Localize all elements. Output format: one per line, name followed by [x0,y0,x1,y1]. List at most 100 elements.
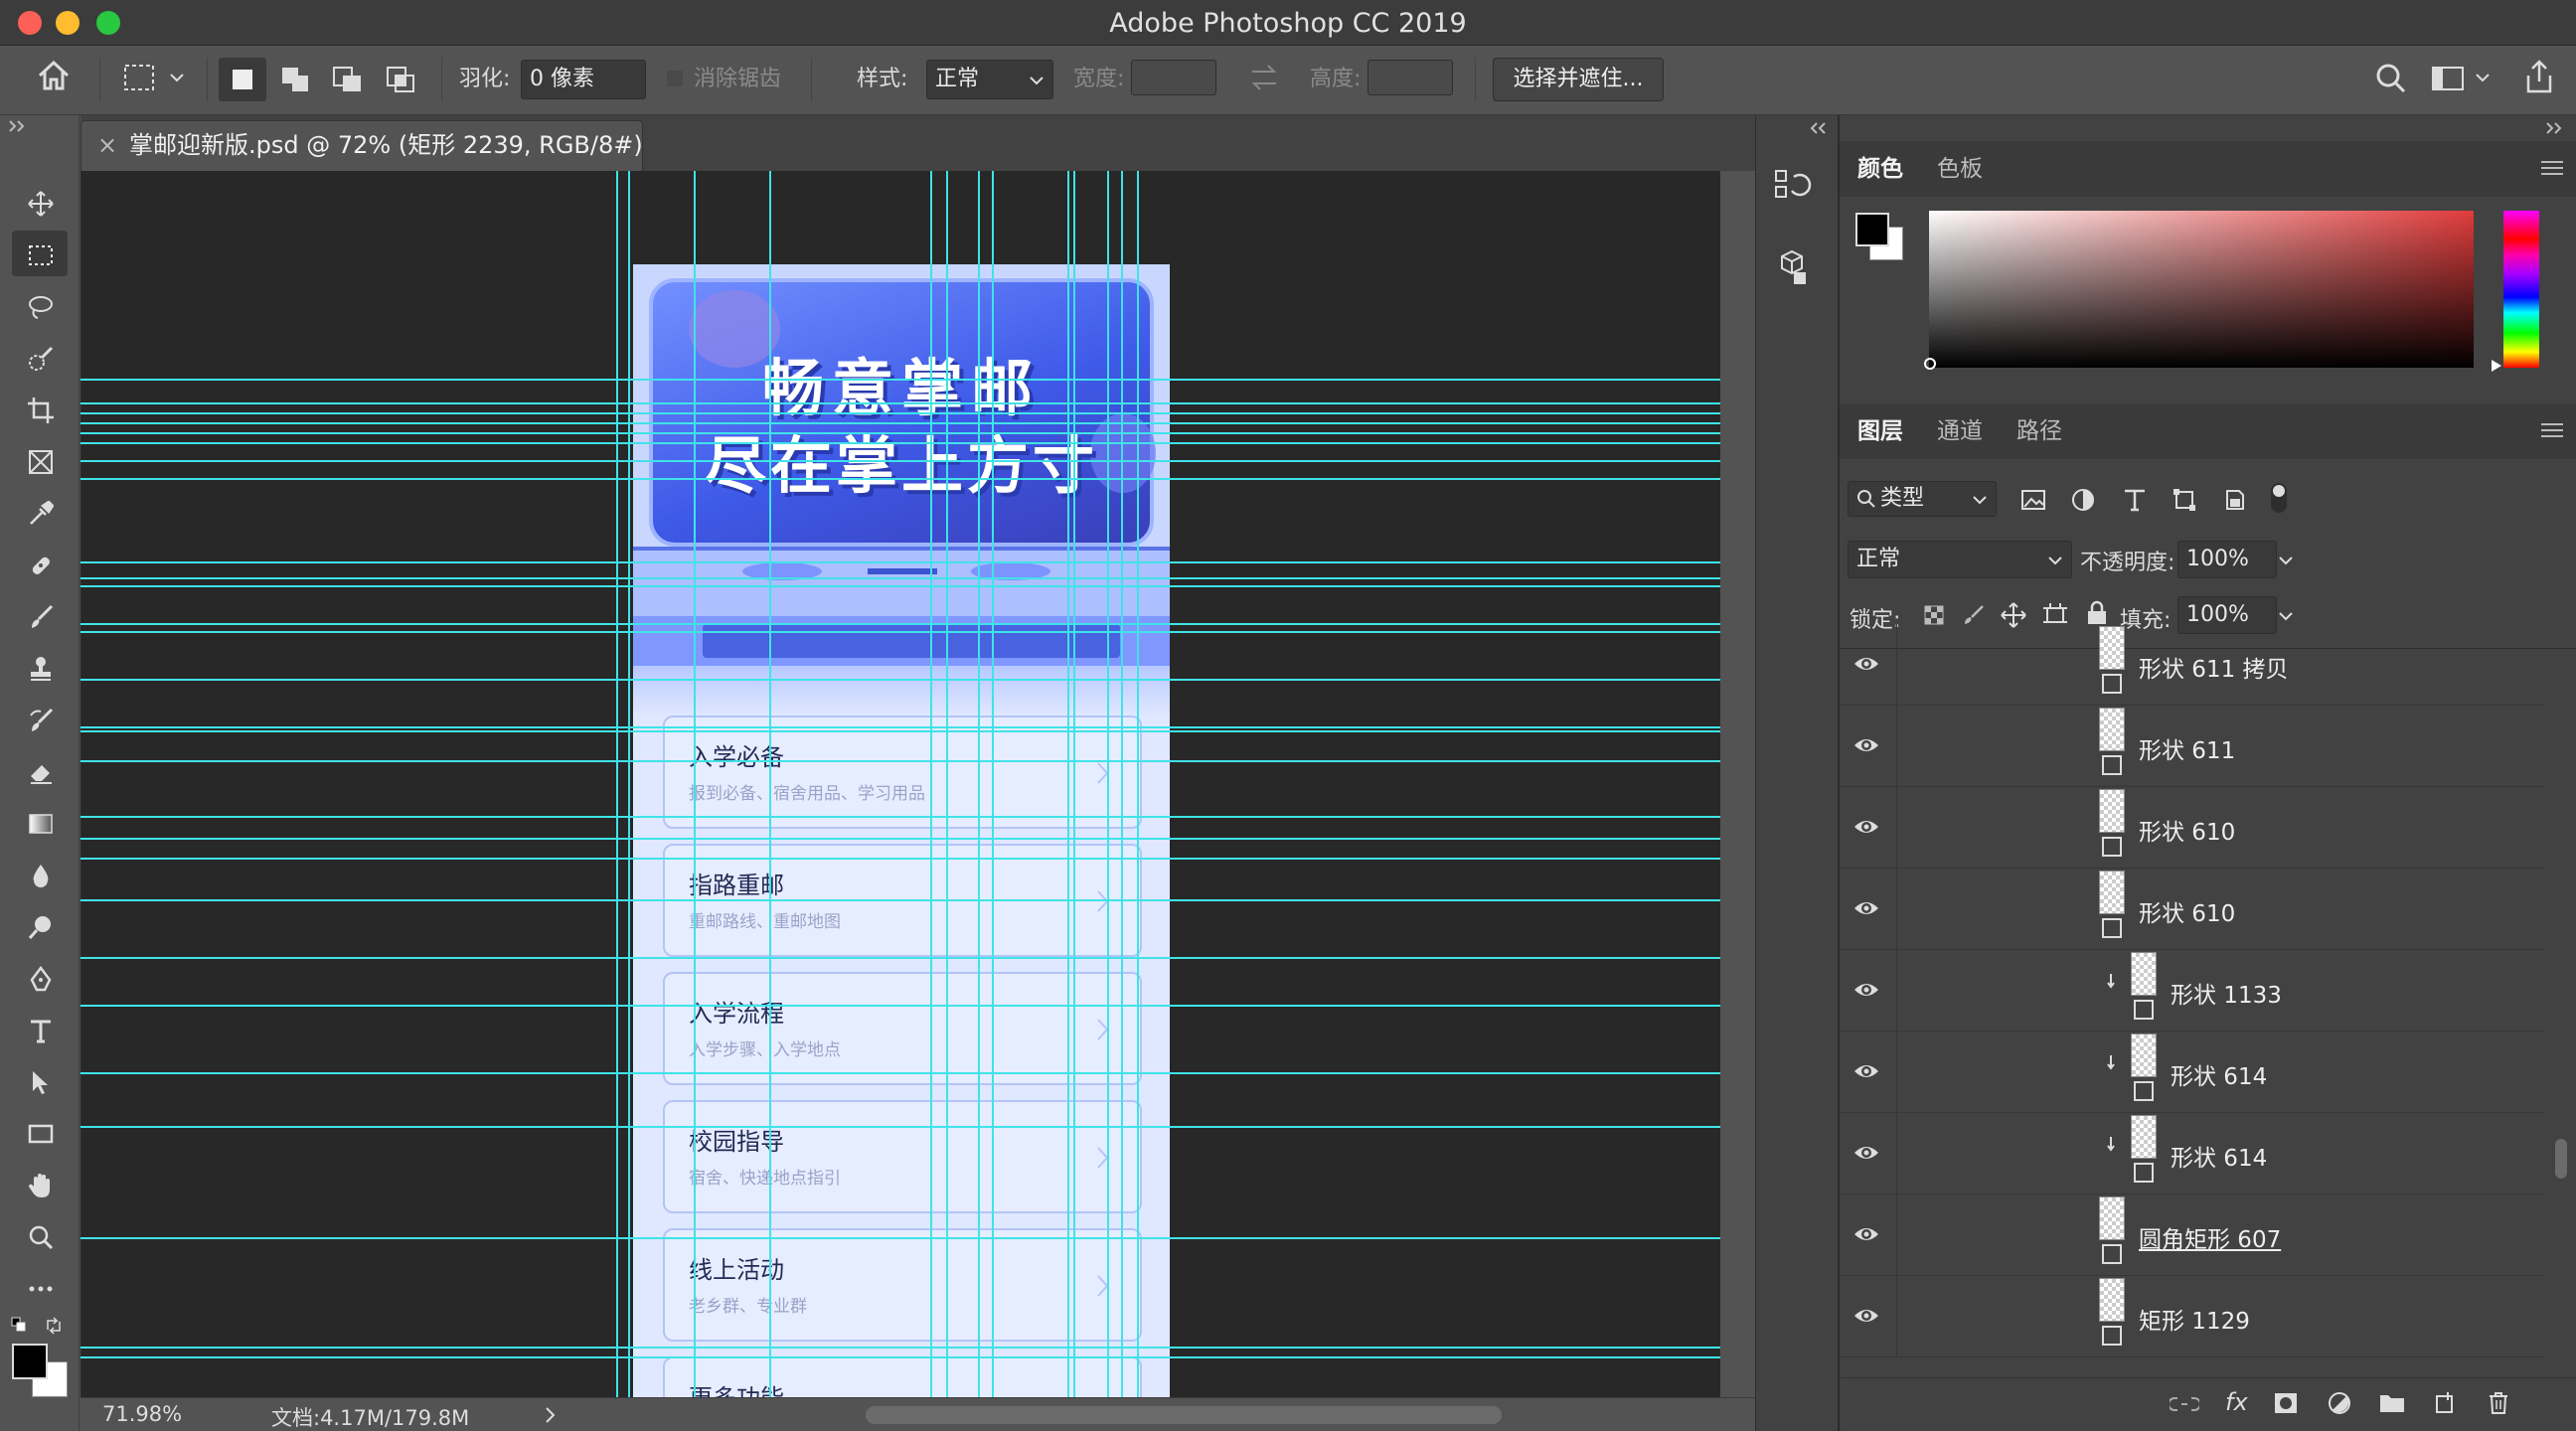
crop-tool[interactable] [12,386,68,431]
width-input[interactable] [1131,60,1216,95]
new-selection-button[interactable] [219,58,266,101]
visibility-eye-icon[interactable] [1852,894,1880,922]
default-colors-icon[interactable] [10,1316,30,1336]
visibility-eye-icon[interactable] [1852,1057,1880,1085]
adjustment-layer-icon[interactable] [2327,1390,2352,1416]
clone-stamp-tool[interactable] [12,644,68,690]
color-panel-menu-icon[interactable] [2541,161,2563,175]
visibility-eye-icon[interactable] [1852,1220,1880,1248]
layers-scroll-thumb[interactable] [2555,1139,2567,1179]
horizontal-scroll-thumb[interactable] [866,1406,1502,1424]
layer-filter-select[interactable]: 类型 [1848,481,1997,517]
close-tab-icon[interactable]: × [97,121,117,169]
layer-name[interactable]: 形状 614 [2171,1057,2267,1091]
feather-input[interactable]: 0 像素 [521,60,646,99]
height-input[interactable] [1368,60,1453,95]
pen-tool[interactable] [12,954,68,1000]
tab-color[interactable]: 颜色 [1857,141,1903,197]
layer-row[interactable]: 形状 614 [1839,1032,2544,1113]
hand-tool[interactable] [12,1161,68,1206]
lock-transparency-icon[interactable] [1923,604,1945,626]
document-tab[interactable]: × 掌邮迎新版.psd @ 72% (矩形 2239, RGB/8#) [80,120,643,171]
blur-tool[interactable] [12,851,68,896]
layer-row[interactable]: 形状 614 [1839,1113,2544,1194]
layer-name[interactable]: 形状 611 拷贝 [2139,650,2289,684]
antialias-checkbox[interactable] [666,70,684,87]
canvas-area[interactable]: 畅意掌邮 尽在掌上方寸 入学必备 报到必备、宿舍用品、学习用品 指路重邮 重邮路线、重… [80,171,1720,1397]
filter-shape-icon[interactable] [2172,487,2197,513]
visibility-eye-icon[interactable] [1852,976,1880,1004]
workspace-switcher[interactable] [2429,58,2498,101]
type-tool[interactable] [12,1006,68,1051]
visibility-eye-icon[interactable] [1852,731,1880,759]
folder-icon[interactable] [2378,1390,2406,1416]
layer-name[interactable]: 形状 1133 [2171,976,2282,1010]
healing-brush-tool[interactable] [12,541,68,586]
lock-all-icon[interactable] [2086,600,2108,626]
filter-pixel-icon[interactable] [2020,487,2046,513]
intersect-selection-button[interactable] [378,58,425,101]
chevron-right-icon[interactable] [544,1406,558,1424]
zoom-tool[interactable] [12,1212,68,1258]
expand-dock-icon[interactable] [1808,121,1828,135]
link-layers-icon[interactable] [2170,1392,2199,1416]
eyedropper-tool[interactable] [12,489,68,535]
layer-name[interactable]: 圆角矩形 607 [2139,1220,2281,1254]
layer-name[interactable]: 形状 614 [2171,1139,2267,1173]
layer-row[interactable]: 形状 611 [1839,706,2544,787]
swap-dimensions-button[interactable] [1246,58,1286,101]
swap-colors-icon[interactable] [44,1316,64,1336]
layers-panel-menu-icon[interactable] [2541,423,2563,437]
subtract-selection-button[interactable] [324,58,372,101]
gradient-tool[interactable] [12,799,68,845]
marquee-preset-picker[interactable] [121,58,191,101]
home-button[interactable] [36,58,76,101]
collapse-panels-icon[interactable] [2545,121,2565,135]
foreground-color-swatch[interactable] [12,1344,48,1379]
layers-scrollbar[interactable] [2551,652,2571,1431]
add-mask-icon[interactable] [2273,1390,2299,1416]
layer-name[interactable]: 形状 610 [2139,813,2235,847]
hue-slider[interactable] [2503,211,2539,368]
visibility-eye-icon[interactable] [1852,1302,1880,1330]
visibility-eye-icon[interactable] [1852,650,1880,678]
quick-selection-tool[interactable] [12,334,68,380]
layer-name[interactable]: 形状 610 [2139,894,2235,928]
layer-row[interactable]: 形状 610 [1839,869,2544,950]
path-selection-tool[interactable] [12,1057,68,1103]
visibility-eye-icon[interactable] [1852,1139,1880,1167]
new-layer-icon[interactable] [2432,1390,2458,1416]
marquee-tool[interactable] [12,231,68,276]
chevron-down-icon[interactable] [2278,611,2294,621]
collapse-panel-icon[interactable] [8,119,28,133]
layer-name[interactable]: 形状 611 [2139,731,2235,765]
eraser-tool[interactable] [12,747,68,793]
color-picker-field[interactable] [1924,211,2474,370]
search-button[interactable] [2373,58,2413,101]
layer-row[interactable]: 形状 611 拷贝 [1839,624,2544,706]
share-button[interactable] [2520,58,2560,101]
dodge-tool[interactable] [12,902,68,948]
visibility-eye-icon[interactable] [1852,813,1880,841]
hue-slider-handle-icon[interactable] [2490,358,2503,374]
layer-name[interactable]: 矩形 1129 [2139,1302,2250,1336]
fx-icon[interactable]: fx [2225,1388,2248,1416]
filter-adjustment-icon[interactable] [2070,487,2096,513]
history-panel-button[interactable] [1772,167,1824,213]
zoom-level[interactable]: 71.98% [102,1402,182,1426]
rectangle-tool[interactable] [12,1109,68,1155]
filter-smart-object-icon[interactable] [2221,487,2247,513]
tab-swatches[interactable]: 色板 [1937,141,1983,197]
blend-mode-select[interactable]: 正常 [1848,541,2072,578]
tab-paths[interactable]: 路径 [2016,403,2062,459]
layer-row[interactable]: 圆角矩形 607 [1839,1194,2544,1276]
style-select[interactable]: 正常 [926,60,1053,99]
3d-panel-button[interactable] [1772,248,1824,294]
history-brush-tool[interactable] [12,696,68,741]
opacity-input[interactable]: 100% [2177,541,2293,578]
color-picker-cursor[interactable] [1924,358,1936,370]
brush-tool[interactable] [12,592,68,638]
lasso-tool[interactable] [12,282,68,328]
tab-channels[interactable]: 通道 [1937,403,1983,459]
select-and-mask-button[interactable]: 选择并遮住... [1493,58,1664,101]
